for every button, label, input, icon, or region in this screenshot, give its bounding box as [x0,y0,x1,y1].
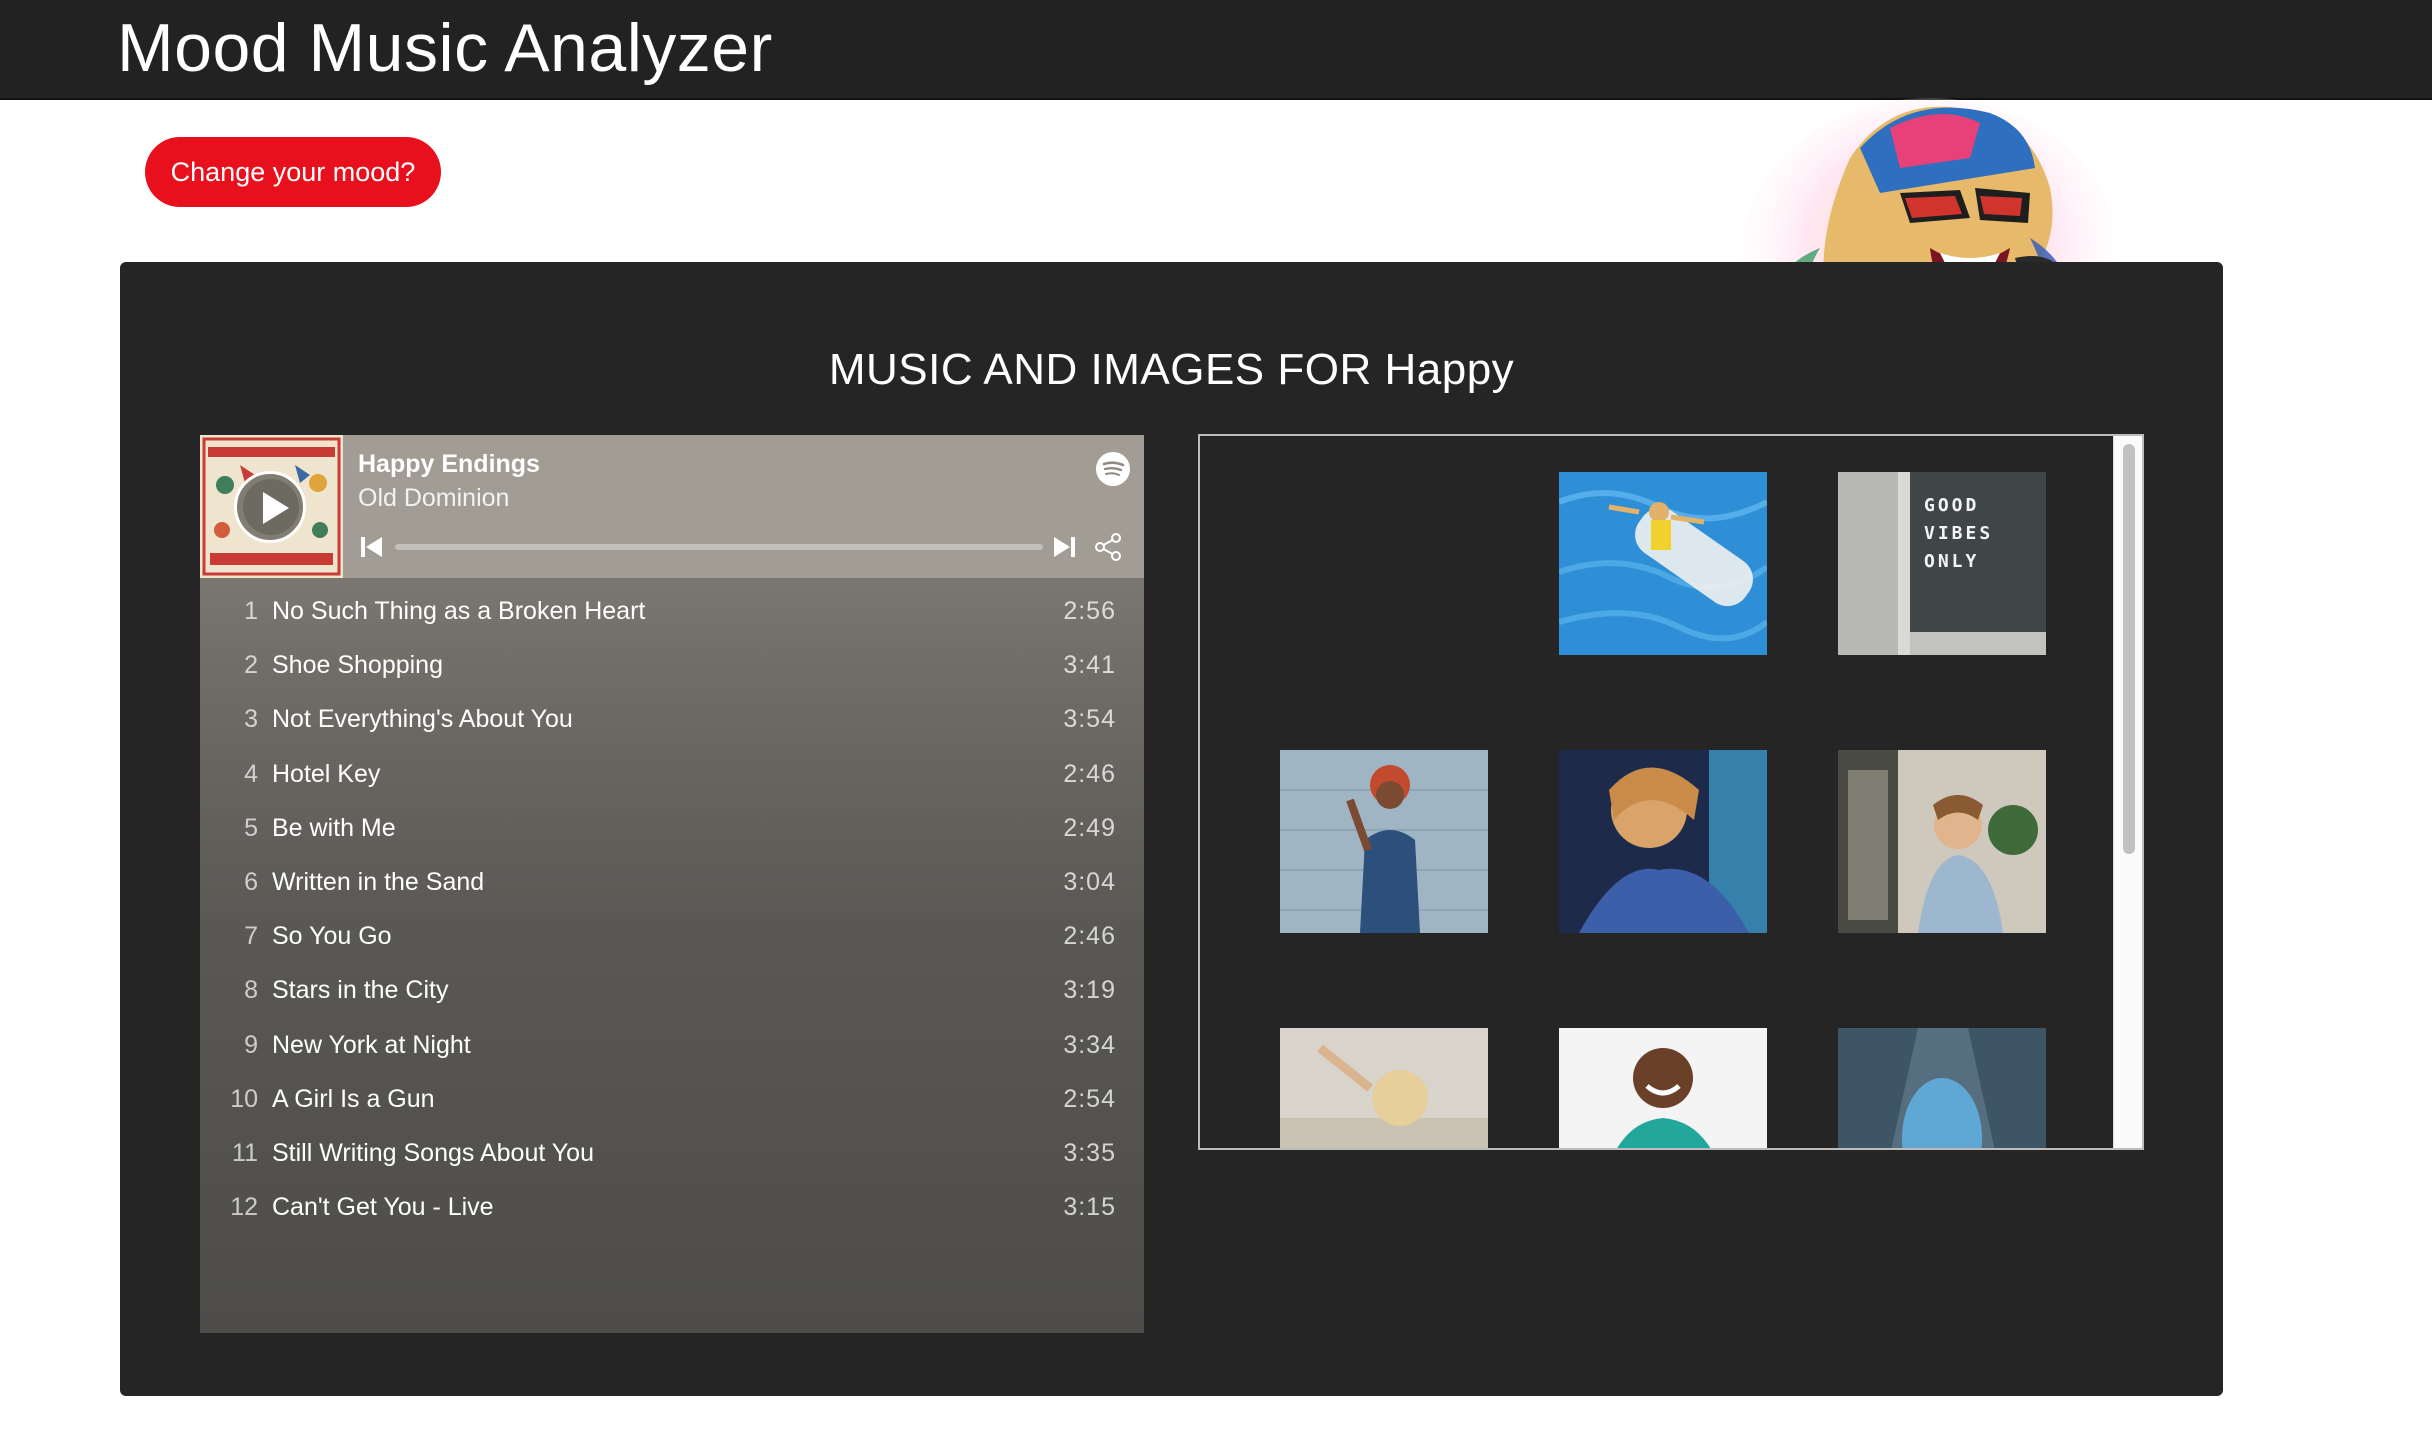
gallery-image-pool-float[interactable] [1559,472,1767,655]
track-name: Written in the Sand [272,867,485,896]
gallery-image-woman-in-cafe[interactable] [1838,750,2046,933]
share-icon[interactable] [1094,532,1124,562]
top-bar: Mood Music Analyzer [0,0,2432,100]
track-duration: 3:15 [1063,1193,1116,1222]
app-title: Mood Music Analyzer [117,10,773,86]
track-number: 9 [244,1030,258,1059]
track-duration: 2:46 [1063,759,1116,788]
album-title[interactable]: Happy Endings [358,450,540,479]
track-name: Still Writing Songs About You [272,1138,594,1167]
track-duration: 3:34 [1063,1030,1116,1059]
track-row[interactable]: 8 Stars in the City 3:19 [200,964,1144,1018]
track-number: 10 [230,1084,258,1113]
track-row[interactable]: 10 A Girl Is a Gun 2:54 [200,1073,1144,1127]
track-duration: 2:54 [1063,1084,1116,1113]
track-name: Hotel Key [272,759,381,788]
track-number: 6 [244,867,258,896]
track-list: 1 No Such Thing as a Broken Heart 2:56 2 Sh… [200,585,1144,1235]
track-duration: 3:41 [1063,651,1116,680]
track-name: No Such Thing as a Broken Heart [272,597,646,625]
track-row[interactable]: 5 Be with Me 2:49 [200,802,1144,856]
track-number: 4 [244,759,258,788]
track-duration: 2:56 [1063,597,1116,625]
track-row[interactable]: 2 Shoe Shopping 3:41 [200,639,1144,693]
track-number: 7 [244,922,258,951]
track-number: 2 [244,651,258,680]
track-duration: 3:35 [1063,1138,1116,1167]
track-duration: 3:19 [1063,976,1116,1005]
track-name: Not Everything's About You [272,705,573,734]
track-number: 12 [230,1193,258,1222]
track-number: 3 [244,705,258,734]
track-name: So You Go [272,922,392,951]
gallery-image-smiling-man[interactable] [1559,1028,1767,1150]
gallery-scroll-thumb[interactable] [2123,444,2135,854]
spotify-player: Happy Endings Old Dominion 1 No Such Thin… [200,435,1144,1333]
gallery-image-woman-on-beach[interactable] [1280,1028,1488,1150]
track-name: Be with Me [272,813,396,842]
track-duration: 2:46 [1063,922,1116,951]
track-number: 5 [244,813,258,842]
track-row[interactable]: 4 Hotel Key 2:46 [200,748,1144,802]
track-row[interactable]: 3 Not Everything's About You 3:54 [200,693,1144,747]
track-duration: 3:04 [1063,867,1116,896]
track-name: Shoe Shopping [272,651,443,680]
track-row[interactable]: 11 Still Writing Songs About You 3:35 [200,1127,1144,1181]
track-duration: 3:54 [1063,705,1116,734]
track-number: 8 [244,976,258,1005]
progress-bar[interactable] [395,544,1043,550]
track-number: 1 [244,597,258,625]
track-duration: 2:49 [1063,813,1116,842]
gallery-image-smiling-woman-pointing[interactable] [1280,750,1488,933]
gallery-image-ocean-cave[interactable] [1838,1028,2046,1150]
play-button[interactable] [234,471,306,543]
change-mood-button[interactable]: Change your mood? [145,137,441,207]
track-row[interactable]: 6 Written in the Sand 3:04 [200,856,1144,910]
track-row[interactable]: 7 So You Go 2:46 [200,910,1144,964]
next-icon[interactable] [1052,536,1076,558]
track-row[interactable]: 9 New York at Night 3:34 [200,1019,1144,1073]
track-name: A Girl Is a Gun [272,1084,435,1113]
track-row[interactable]: 1 No Such Thing as a Broken Heart 2:56 [200,585,1144,639]
gallery-scrollbar[interactable] [2113,436,2142,1148]
track-name: Stars in the City [272,976,449,1005]
image-gallery: GOOD VIBES ONLY [1198,434,2144,1150]
gallery-image-laughing-woman[interactable] [1559,750,1767,933]
track-name: New York at Night [272,1030,471,1059]
gallery-image-good-vibes-sign[interactable] [1838,472,2046,655]
previous-icon[interactable] [360,536,384,558]
player-header: Happy Endings Old Dominion [200,435,1144,578]
track-row[interactable]: 12 Can't Get You - Live 3:15 [200,1181,1144,1235]
track-number: 11 [232,1138,258,1167]
track-name: Can't Get You - Live [272,1193,494,1222]
artist-name[interactable]: Old Dominion [358,484,509,513]
section-title: MUSIC AND IMAGES FOR Happy [828,345,1515,394]
spotify-icon[interactable] [1096,452,1130,486]
